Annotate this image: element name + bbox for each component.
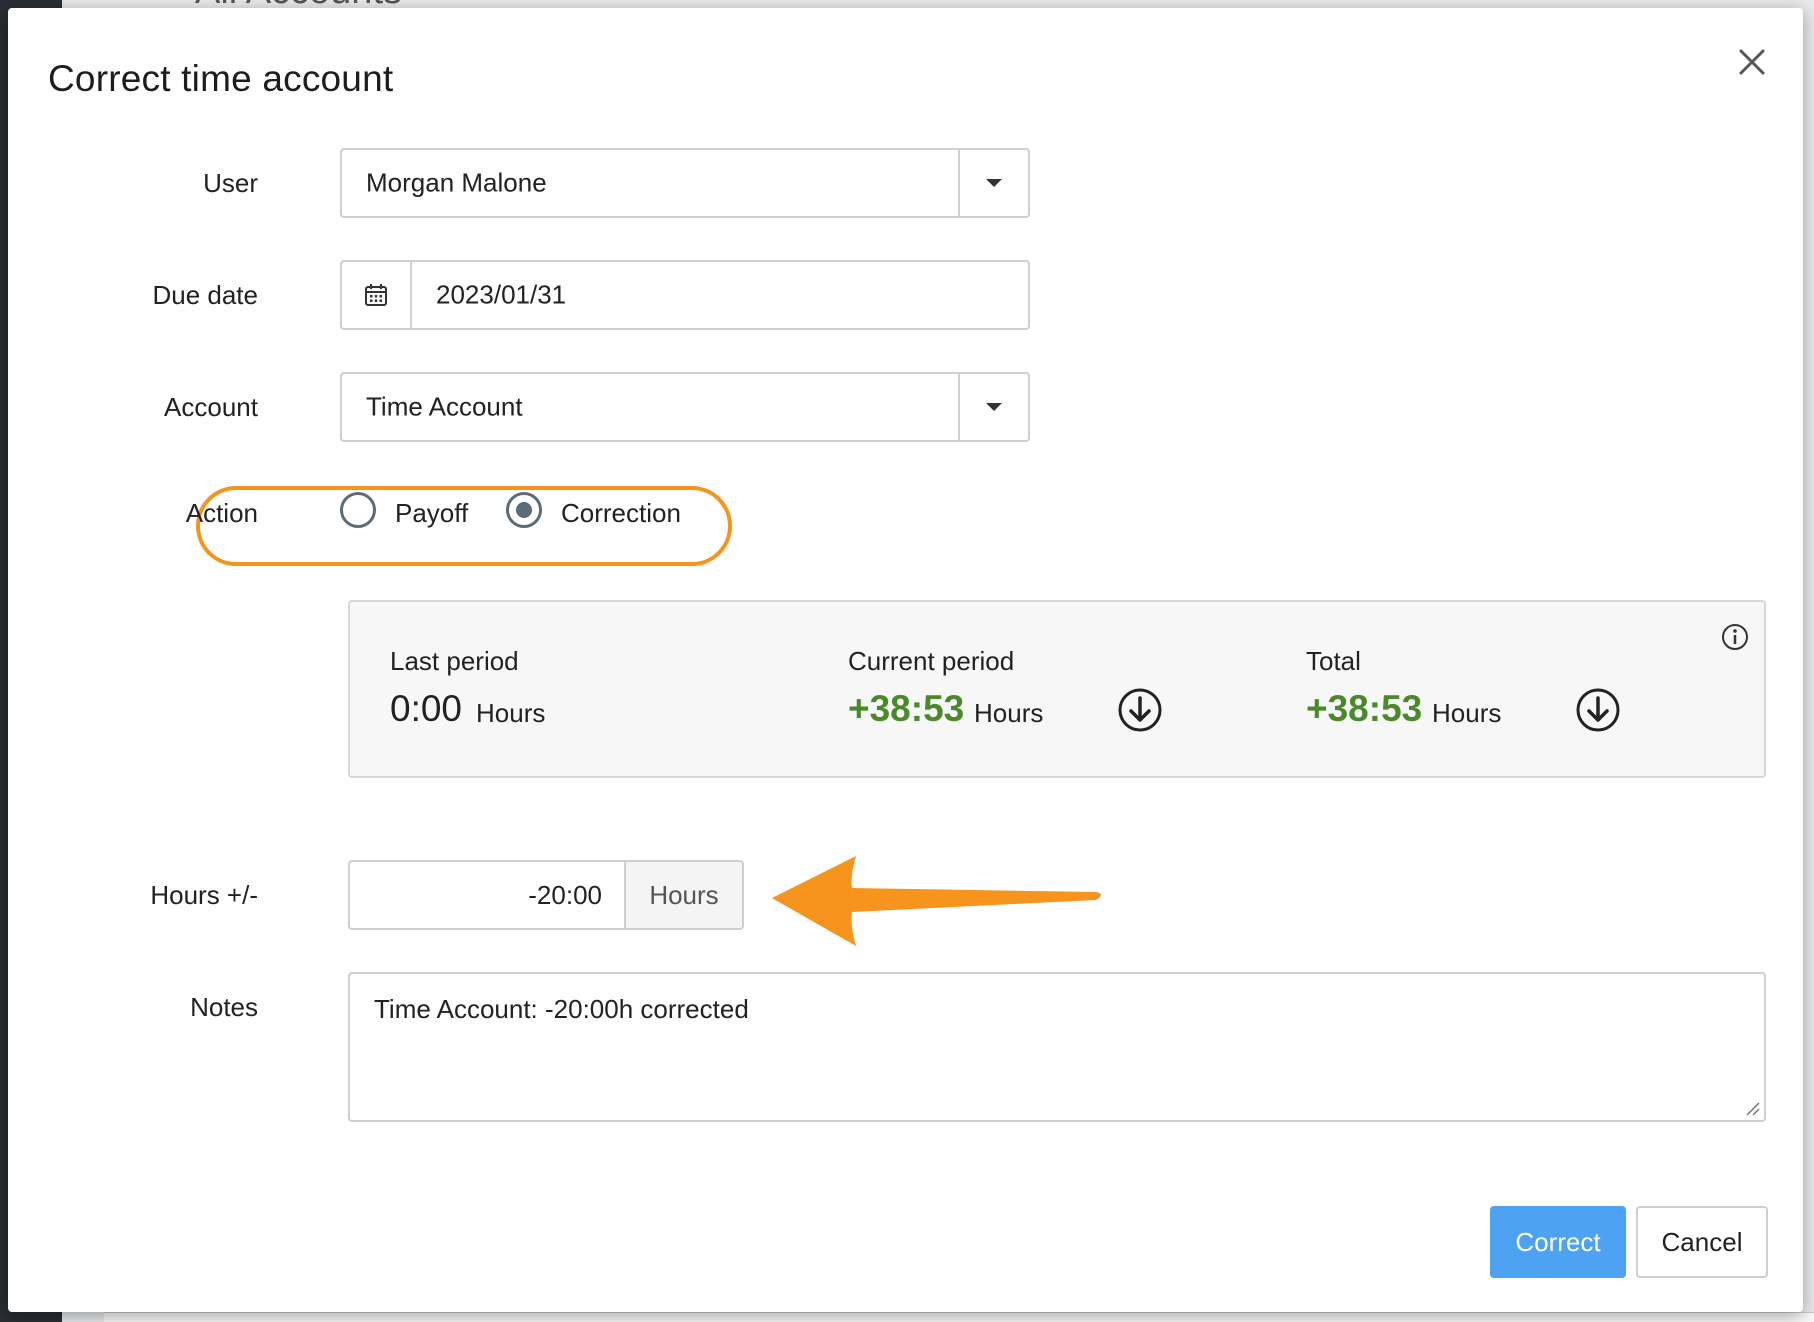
account-dropdown-toggle[interactable] (958, 374, 1028, 440)
hours-unit-addon: Hours (624, 860, 744, 930)
close-button[interactable] (1730, 40, 1774, 84)
cancel-button[interactable]: Cancel (1636, 1206, 1768, 1278)
current-period-value: +38:53 (848, 688, 965, 729)
chevron-down-icon (986, 179, 1002, 187)
calendar-icon (365, 284, 387, 306)
correct-time-account-dialog: Correct time account User Morgan Malone … (8, 8, 1803, 1312)
current-period-label: Current period (848, 646, 1015, 676)
dialog-title: Correct time account (48, 58, 394, 99)
total-value: +38:53 (1306, 688, 1423, 729)
hours-label: Hours +/- (150, 880, 258, 910)
background-table-row (104, 1312, 1814, 1322)
total-label: Total (1306, 646, 1361, 676)
total-unit: Hours (1432, 698, 1502, 728)
account-select[interactable]: Time Account (340, 372, 1030, 442)
action-label: Action (185, 498, 258, 528)
period-summary-panel: Last period 0:00 Hours Current period +3… (348, 600, 1766, 778)
arrow-down-circle-icon[interactable] (1574, 686, 1622, 734)
last-period-label: Last period (390, 646, 519, 676)
date-picker-button[interactable] (342, 262, 412, 328)
payoff-radio[interactable] (340, 492, 376, 528)
due-date-label: Due date (152, 280, 258, 310)
account-select-value: Time Account (366, 391, 523, 422)
arrow-down-circle-icon[interactable] (1116, 686, 1164, 734)
last-period-value: 0:00 (390, 688, 463, 729)
correct-button[interactable]: Correct (1490, 1206, 1626, 1278)
due-date-value: 2023/01/31 (436, 279, 567, 310)
account-label: Account (164, 392, 258, 422)
correction-radio[interactable] (506, 492, 542, 528)
user-label: User (203, 168, 258, 198)
annotation-arrow-icon (772, 856, 1101, 946)
user-select-value: Morgan Malone (366, 167, 547, 198)
chevron-down-icon (986, 403, 1002, 411)
user-dropdown-toggle[interactable] (958, 150, 1028, 216)
close-icon (1739, 49, 1765, 75)
user-select[interactable]: Morgan Malone (340, 148, 1030, 218)
hours-input[interactable]: -20:00 (348, 860, 626, 930)
notes-label: Notes (190, 992, 258, 1022)
correction-radio-label[interactable]: Correction (561, 498, 681, 529)
notes-text: Time Account: -20:00h corrected (374, 994, 749, 1024)
info-icon[interactable] (1720, 622, 1750, 652)
notes-textarea[interactable]: Time Account: -20:00h corrected (348, 972, 1766, 1122)
resize-grip-icon[interactable] (1744, 1100, 1760, 1116)
current-period-unit: Hours (974, 698, 1044, 728)
last-period-unit: Hours (476, 698, 546, 728)
due-date-field[interactable]: 2023/01/31 (340, 260, 1030, 330)
payoff-radio-label[interactable]: Payoff (395, 498, 468, 529)
